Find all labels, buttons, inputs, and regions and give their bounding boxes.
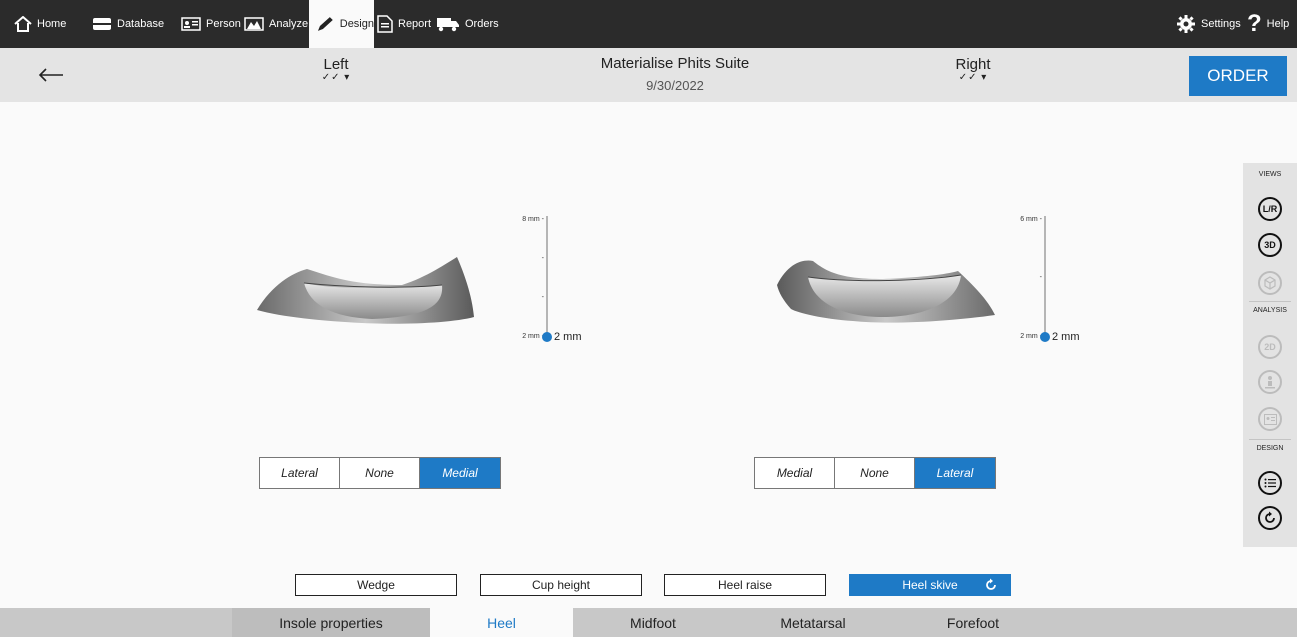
slider-tick: - — [541, 255, 544, 262]
database-icon — [93, 18, 111, 30]
slider-knob[interactable] — [542, 332, 552, 342]
person-analysis-button[interactable] — [1258, 370, 1282, 394]
slider-track — [1044, 216, 1046, 338]
slider-value: 2 mm — [554, 331, 582, 343]
option-medial[interactable]: Medial — [420, 458, 500, 488]
cup-height-button[interactable]: Cup height — [480, 574, 642, 596]
arrow-left-icon — [38, 68, 63, 82]
nav-report-label: Report — [398, 18, 432, 30]
divider — [1249, 439, 1291, 440]
design-tab-bar: Insole properties Heel Midfoot Metatarsa… — [0, 608, 1297, 637]
right-height-slider[interactable]: 6 mm - - 2 mm - 2 mm — [1008, 216, 1108, 346]
nav-report[interactable]: Report — [377, 0, 431, 48]
session-date: 9/30/2022 — [646, 78, 704, 93]
app-root: Home Database Person Analyze Design Repo… — [0, 0, 1297, 637]
nav-person[interactable]: Person — [181, 0, 241, 48]
nav-design-label: Design — [339, 18, 374, 30]
nav-orders[interactable]: Orders — [436, 0, 499, 48]
rotate-view-button[interactable] — [1258, 271, 1282, 295]
nav-database[interactable]: Database — [92, 0, 164, 48]
truck-icon — [437, 18, 459, 32]
person-card-icon — [1263, 413, 1277, 425]
slider-tick: - — [541, 294, 544, 301]
slider-track — [546, 216, 548, 338]
nav-orders-label: Orders — [465, 18, 499, 30]
order-button[interactable]: ORDER — [1189, 56, 1287, 96]
right-foot-label: Right — [955, 56, 991, 73]
option-medial[interactable]: Medial — [755, 458, 835, 488]
slider-tick-min: 2 mm - — [522, 333, 544, 340]
nav-analyze-label: Analyze — [269, 18, 309, 30]
refresh-icon[interactable] — [984, 578, 998, 592]
left-foot-label: Left — [323, 56, 349, 73]
person-card-analysis-button[interactable] — [1258, 407, 1282, 431]
pencil-icon — [317, 17, 333, 31]
right-check-dropdown-icon: ✓✓ ▾ — [958, 72, 988, 83]
nav-help[interactable]: ? Help — [1247, 0, 1289, 48]
nav-settings-label: Settings — [1201, 18, 1241, 30]
heel-skive-label: Heel skive — [902, 578, 958, 592]
right-foot-selector[interactable]: Right ✓✓ ▾ — [943, 56, 1003, 83]
person-card-icon — [181, 17, 201, 31]
left-check-dropdown-icon: ✓✓ ▾ — [321, 72, 351, 83]
3d-view-button[interactable]: 3D — [1258, 233, 1282, 257]
analyze-icon — [244, 17, 264, 31]
right-heel-cup-model[interactable] — [773, 255, 999, 335]
heel-skive-button[interactable]: Heel skive — [849, 574, 1011, 596]
nav-database-label: Database — [117, 18, 165, 30]
nav-person-label: Person — [206, 18, 241, 30]
nav-home-label: Home — [37, 18, 67, 30]
header-bar: Left ✓✓ ▾ Materialise Phits Suite 9/30/2… — [0, 48, 1297, 102]
right-skive-direction-toggle: Medial None Lateral — [754, 457, 996, 489]
tab-forefoot[interactable]: Forefoot — [903, 608, 1043, 637]
option-lateral[interactable]: Lateral — [260, 458, 340, 488]
2d-analysis-button[interactable]: 2D — [1258, 335, 1282, 359]
slider-tick: - — [1039, 274, 1042, 281]
app-title: Materialise Phits Suite — [600, 55, 750, 72]
reset-design-button[interactable] — [1258, 506, 1282, 530]
design-list-button[interactable] — [1258, 471, 1282, 495]
nav-settings[interactable]: Settings — [1176, 0, 1241, 48]
slider-tick-max: 8 mm - — [522, 216, 544, 223]
nav-home[interactable]: Home — [14, 0, 66, 48]
design-heading: DESIGN — [1256, 445, 1284, 452]
nav-help-label: Help — [1266, 18, 1290, 30]
top-navigation-bar: Home Database Person Analyze Design Repo… — [0, 0, 1297, 48]
slider-knob[interactable] — [1040, 332, 1050, 342]
heel-raise-button[interactable]: Heel raise — [664, 574, 826, 596]
option-lateral[interactable]: Lateral — [915, 458, 995, 488]
tab-heel[interactable]: Heel — [430, 608, 573, 637]
analysis-heading: ANALYSIS — [1253, 307, 1287, 314]
option-none[interactable]: None — [835, 458, 915, 488]
left-height-slider[interactable]: 8 mm - - - 2 mm - 2 mm — [510, 216, 610, 346]
nav-design[interactable]: Design — [309, 0, 374, 48]
option-none[interactable]: None — [340, 458, 420, 488]
left-foot-selector[interactable]: Left ✓✓ ▾ — [306, 56, 366, 83]
refresh-icon — [1265, 511, 1275, 523]
person-standing-icon — [1265, 376, 1275, 389]
left-skive-direction-toggle: Lateral None Medial — [259, 457, 501, 489]
slider-tick-min: 2 mm - — [1020, 333, 1042, 340]
wedge-button[interactable]: Wedge — [295, 574, 457, 596]
cube-rotate-icon — [1264, 276, 1276, 290]
tab-midfoot[interactable]: Midfoot — [583, 608, 723, 637]
tab-metatarsal[interactable]: Metatarsal — [743, 608, 883, 637]
lr-view-button[interactable]: L/R — [1258, 197, 1282, 221]
nav-analyze[interactable]: Analyze — [244, 0, 308, 48]
gear-icon — [1177, 15, 1195, 33]
home-icon — [14, 16, 32, 32]
left-heel-cup-model[interactable] — [252, 255, 478, 335]
list-icon — [1264, 478, 1276, 488]
question-icon: ? — [1247, 10, 1262, 37]
report-icon — [377, 15, 393, 33]
back-button[interactable] — [36, 60, 66, 90]
right-tool-panel: VIEWS L/R 3D ANALYSIS 2D DESIGN — [1243, 163, 1297, 547]
slider-value: 2 mm — [1052, 331, 1080, 343]
views-heading: VIEWS — [1258, 171, 1282, 178]
tab-insole-properties[interactable]: Insole properties — [232, 608, 430, 637]
slider-tick-max: 6 mm - — [1020, 216, 1042, 223]
divider — [1249, 301, 1291, 302]
